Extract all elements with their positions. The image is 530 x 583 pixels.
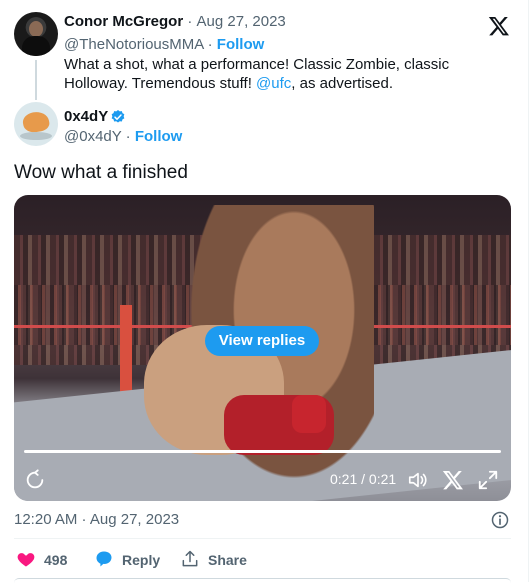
heart-icon [17, 553, 35, 567]
thread-connector [35, 60, 37, 100]
x-logo-icon[interactable] [488, 15, 510, 37]
info-icon[interactable] [490, 510, 510, 530]
avatar-face [29, 21, 43, 37]
ufc-mention-link[interactable]: @ufc [256, 75, 291, 92]
divider [14, 538, 511, 539]
quoted-follow-button[interactable]: Follow [217, 36, 265, 53]
share-icon [182, 550, 198, 567]
share-label: Share [208, 552, 247, 568]
avatar-suit [22, 36, 50, 56]
like-button[interactable]: 498 [16, 549, 67, 569]
follow-button[interactable]: Follow [135, 128, 183, 145]
fullscreen-icon[interactable] [477, 469, 499, 491]
author-handle-line: @0x4dY · Follow [64, 128, 182, 145]
separator-dot: · [207, 36, 213, 53]
like-count: 498 [44, 552, 68, 568]
replay-icon[interactable] [24, 469, 46, 491]
tweet-embed-card: Conor McGregor · Aug 27, 2023 @TheNotori… [0, 0, 529, 582]
separator-dot: · [187, 13, 193, 30]
avatar-base [20, 132, 52, 140]
x-logo-icon[interactable] [442, 469, 464, 491]
share-button[interactable]: Share [180, 549, 247, 569]
quoted-text-part2: , as advertised. [291, 75, 394, 92]
video-progress-bar[interactable] [24, 450, 501, 453]
reply-bubble-icon [96, 551, 112, 567]
separator-dot: · [125, 128, 131, 145]
next-card-edge [14, 578, 511, 583]
video-frame-corner-post [120, 305, 132, 395]
author-avatar[interactable] [14, 102, 58, 146]
quoted-author-line: Conor McGregor · Aug 27, 2023 [64, 13, 286, 30]
avatar-bird [21, 109, 51, 135]
verified-badge-icon [111, 110, 125, 123]
reply-label: Reply [122, 552, 161, 568]
quoted-author-avatar[interactable] [14, 12, 58, 56]
quoted-handle-line: @TheNotoriousMMA · Follow [64, 36, 264, 53]
volume-icon[interactable] [407, 469, 429, 491]
quoted-tweet-text: What a shot, what a performance! Classic… [64, 55, 510, 93]
tweet-text: Wow what a finished [14, 162, 188, 183]
view-replies-button[interactable]: View replies [205, 326, 319, 356]
author-name[interactable]: 0x4dY [64, 108, 108, 125]
video-frame-glove [292, 395, 326, 433]
tweet-timestamp[interactable]: 12:20 AM · Aug 27, 2023 [14, 511, 179, 528]
author-handle[interactable]: @0x4dY [64, 128, 122, 145]
reply-button[interactable]: Reply [94, 549, 160, 569]
quoted-author-name[interactable]: Conor McGregor [64, 13, 183, 30]
quoted-tweet-date[interactable]: Aug 27, 2023 [197, 13, 286, 30]
video-player[interactable]: View replies 0:21 / 0:21 [14, 195, 511, 501]
video-time: 0:21 / 0:21 [330, 471, 397, 487]
quoted-author-handle[interactable]: @TheNotoriousMMA [64, 36, 203, 53]
